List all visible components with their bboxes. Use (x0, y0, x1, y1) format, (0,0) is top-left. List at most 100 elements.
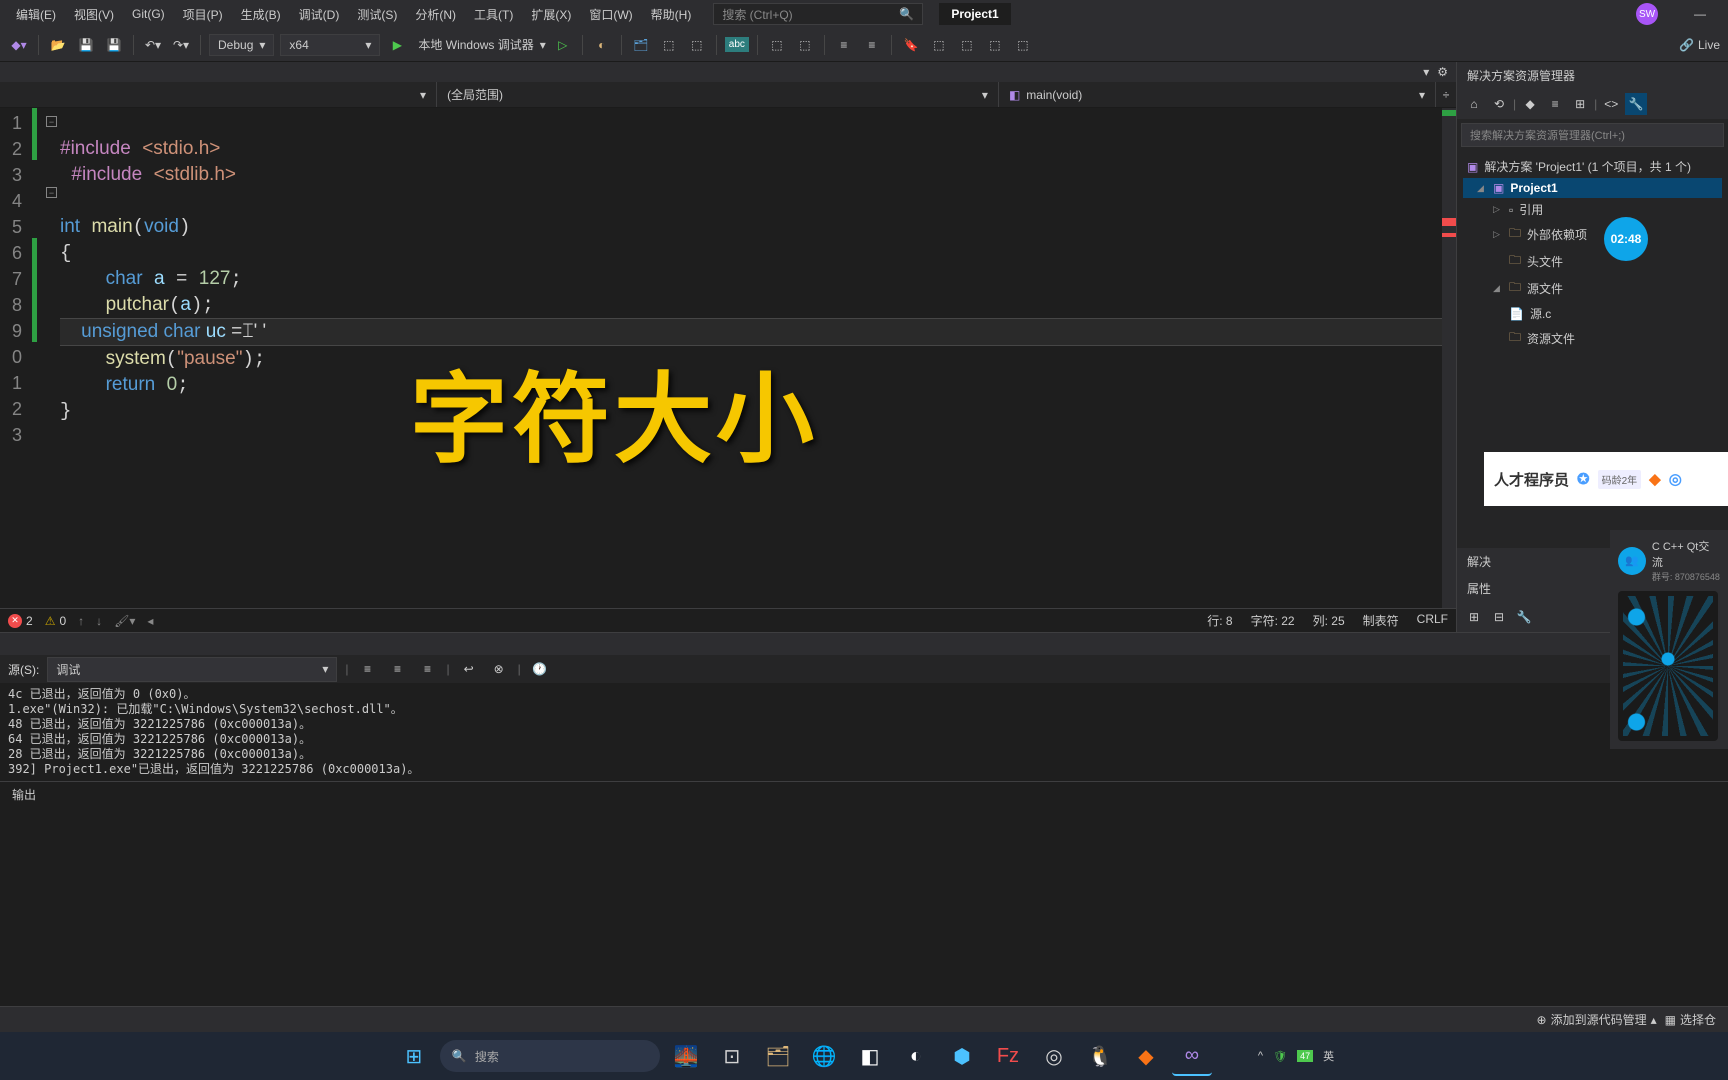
toolbar-icon[interactable]: ≡ (1544, 93, 1566, 115)
nav-down-icon[interactable]: ↓ (96, 614, 102, 628)
indent-right-icon[interactable]: ≡ (861, 34, 883, 56)
toolbar-icon-9[interactable]: ⬚ (984, 34, 1006, 56)
config-dropdown[interactable]: Debug▾ (209, 34, 274, 56)
new-project-icon[interactable]: ◆▾ (8, 34, 30, 56)
tray-shield-icon[interactable]: 🛡 (1273, 1050, 1287, 1063)
scope-function[interactable]: ◧main(void)▾ (999, 82, 1436, 107)
home-icon[interactable]: ⌂ (1463, 93, 1485, 115)
taskbar-search[interactable]: 🔍搜索 (440, 1040, 660, 1072)
bridge-icon[interactable]: 🌉 (666, 1036, 706, 1076)
output-source-dropdown[interactable]: 调试▾ (47, 657, 337, 682)
prop-icon-2[interactable]: ⊟ (1488, 606, 1510, 628)
nav-up-icon[interactable]: ↑ (78, 614, 84, 628)
menu-project[interactable]: 项目(P) (175, 2, 231, 27)
tab-dropdown-icon[interactable]: ▾ (1423, 65, 1429, 79)
scope-project[interactable]: ▾ (0, 82, 437, 107)
debug-target-label[interactable]: 本地 Windows 调试器 (418, 36, 533, 53)
select-repo-button[interactable]: ▦选择仓 (1665, 1011, 1716, 1028)
scroll-left-icon[interactable]: ◂ (147, 614, 153, 628)
app-icon[interactable]: ◧ (850, 1036, 890, 1076)
vscode-icon[interactable]: ⬢ (942, 1036, 982, 1076)
abc-icon[interactable]: abc (725, 37, 749, 52)
output-icon-2[interactable]: ≡ (386, 658, 408, 680)
live-share-icon[interactable]: 🔗 (1679, 38, 1694, 52)
redo-icon[interactable]: ↷▾ (170, 34, 192, 56)
warnings-badge[interactable]: ⚠0 (45, 614, 66, 628)
toolbar-icon[interactable]: ⊞ (1569, 93, 1591, 115)
wrench-icon[interactable]: 🔧 (1625, 93, 1647, 115)
source-control-button[interactable]: ⊕添加到源代码管理▴ (1537, 1011, 1657, 1028)
prop-icon-1[interactable]: ⊞ (1463, 606, 1485, 628)
code-icon[interactable]: <> (1600, 93, 1622, 115)
edge-icon[interactable]: 🌐 (804, 1036, 844, 1076)
app-icon[interactable]: 🐧 (1080, 1036, 1120, 1076)
tree-sources[interactable]: ◢🗀源文件 (1463, 275, 1722, 302)
fold-toggle[interactable]: − (46, 187, 57, 198)
global-search[interactable]: 搜索 (Ctrl+Q) 🔍 (713, 3, 923, 25)
output-icon-1[interactable]: ≡ (356, 658, 378, 680)
tree-project[interactable]: ◢▣Project1 (1463, 178, 1722, 198)
tree-resources[interactable]: 🗀资源文件 (1463, 325, 1722, 352)
scope-global[interactable]: (全局范围)▾ (437, 82, 999, 107)
menu-analyze[interactable]: 分析(N) (407, 2, 464, 27)
tree-headers[interactable]: 🗀头文件 (1463, 248, 1722, 275)
minimize-button[interactable]: — (1680, 7, 1720, 21)
system-tray[interactable]: ^ 🛡 47 英 (1258, 1048, 1334, 1064)
toolbar-icon-8[interactable]: ⬚ (956, 34, 978, 56)
menu-view[interactable]: 视图(V) (66, 2, 122, 27)
solution-search[interactable]: 搜索解决方案资源管理器(Ctrl+;) (1461, 123, 1724, 147)
start-nodbg-button[interactable]: ▷ (552, 34, 574, 56)
start-button[interactable]: ⊞ (394, 1036, 434, 1076)
menu-window[interactable]: 窗口(W) (581, 2, 640, 27)
sync-icon[interactable]: ⟲ (1488, 93, 1510, 115)
start-debug-button[interactable]: ▶ (386, 34, 408, 56)
menu-extensions[interactable]: 扩展(X) (523, 2, 579, 27)
app-icon[interactable]: ◆ (1126, 1036, 1166, 1076)
tray-lang[interactable]: 英 (1323, 1048, 1334, 1064)
open-folder-icon[interactable]: 📂 (47, 34, 69, 56)
menu-help[interactable]: 帮助(H) (643, 2, 700, 27)
fold-toggle[interactable]: − (46, 116, 57, 127)
menu-test[interactable]: 测试(S) (349, 2, 405, 27)
output-clock-icon[interactable]: 🕐 (529, 658, 551, 680)
platform-dropdown[interactable]: x64▾ (280, 34, 380, 56)
tray-chevron-icon[interactable]: ^ (1258, 1050, 1263, 1062)
app-icon[interactable]: ◐ (896, 1036, 936, 1076)
user-avatar[interactable]: SW (1636, 3, 1658, 25)
task-view-icon[interactable]: ⊡ (712, 1036, 752, 1076)
toolbar-icon-1[interactable]: ◐ (591, 34, 613, 56)
status-line[interactable]: 行: 8 (1207, 612, 1232, 629)
toolbar-icon-4[interactable]: ⬚ (686, 34, 708, 56)
live-share-label[interactable]: Live (1698, 38, 1720, 52)
brush-icon[interactable]: 🖌▾ (114, 614, 135, 628)
project-name-label[interactable]: Project1 (939, 3, 1010, 25)
menu-tools[interactable]: 工具(T) (466, 2, 521, 27)
tree-source-file[interactable]: 📄源.c (1463, 302, 1722, 325)
menu-debug[interactable]: 调试(D) (291, 2, 348, 27)
tree-external[interactable]: ▷🗀外部依赖项 (1463, 221, 1722, 248)
obs-icon[interactable]: ◎ (1034, 1036, 1074, 1076)
output-tab-label[interactable]: 输出 (0, 781, 1728, 807)
toolbar-icon[interactable]: ◆ (1519, 93, 1541, 115)
save-all-icon[interactable]: 💾 (103, 34, 125, 56)
status-col[interactable]: 列: 25 (1313, 612, 1345, 629)
toolbar-icon-3[interactable]: ⬚ (658, 34, 680, 56)
menu-git[interactable]: Git(G) (124, 3, 173, 25)
undo-icon[interactable]: ↶▾ (142, 34, 164, 56)
save-icon[interactable]: 💾 (75, 34, 97, 56)
output-icon-3[interactable]: ≡ (416, 658, 438, 680)
filezilla-icon[interactable]: Fz (988, 1036, 1028, 1076)
explorer-icon[interactable]: 🗂 (758, 1036, 798, 1076)
tree-solution-root[interactable]: ▣解决方案 'Project1' (1 个项目，共 1 个) (1463, 155, 1722, 178)
gear-icon[interactable]: ⚙ (1437, 65, 1448, 79)
menu-build[interactable]: 生成(B) (233, 2, 289, 27)
toolbar-icon-10[interactable]: ⬚ (1012, 34, 1034, 56)
status-tab[interactable]: 制表符 (1363, 612, 1399, 629)
menu-edit[interactable]: 编辑(E) (8, 2, 64, 27)
toolbar-icon-2[interactable]: 🗂 (630, 34, 652, 56)
output-wrap-icon[interactable]: ↩ (458, 658, 480, 680)
output-clear-icon[interactable]: ⊗ (488, 658, 510, 680)
toolbar-icon-6[interactable]: ⬚ (794, 34, 816, 56)
visual-studio-icon[interactable]: ∞ (1172, 1036, 1212, 1076)
errors-badge[interactable]: ✕2 (8, 614, 33, 628)
